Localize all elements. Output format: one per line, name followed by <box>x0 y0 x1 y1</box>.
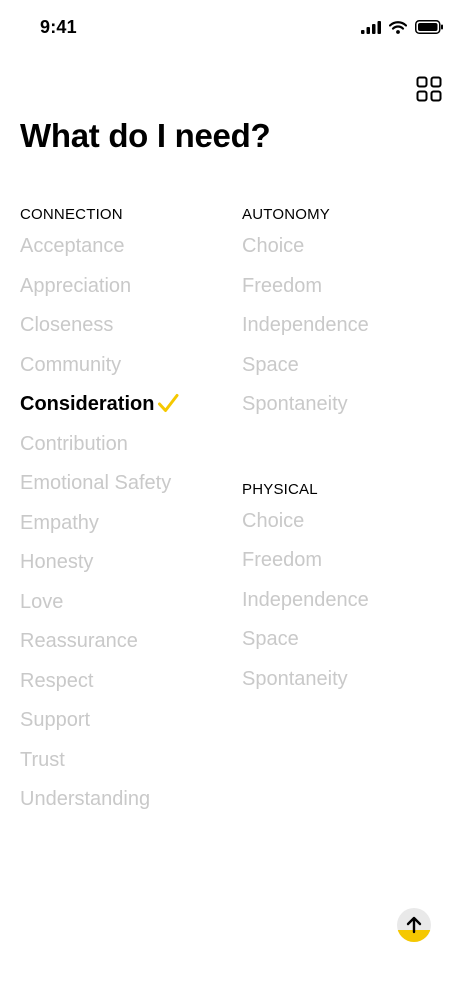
need-item[interactable]: Space <box>242 620 452 660</box>
status-bar: 9:41 <box>0 0 462 56</box>
need-item[interactable]: Appreciation <box>20 267 230 307</box>
checkmark-icon <box>158 394 179 412</box>
need-item[interactable]: Acceptance <box>20 227 230 267</box>
grid-icon <box>416 76 442 102</box>
autonomy-list: Choice Freedom Independence Space Sponta… <box>242 227 452 425</box>
need-item[interactable]: Love <box>20 583 230 623</box>
need-item[interactable]: Independence <box>242 581 452 621</box>
need-item[interactable]: Choice <box>242 227 452 267</box>
wifi-icon <box>389 20 407 34</box>
need-item[interactable]: Emotional Safety <box>20 464 230 504</box>
need-item[interactable]: Respect <box>20 662 230 702</box>
need-item[interactable]: Empathy <box>20 504 230 544</box>
need-item[interactable]: Support <box>20 701 230 741</box>
need-item[interactable]: Independence <box>242 306 452 346</box>
need-item[interactable]: Closeness <box>20 306 230 346</box>
need-item[interactable]: Understanding <box>20 780 230 820</box>
page-title: What do I need? <box>20 117 271 154</box>
connection-list: Acceptance Appreciation Closeness Commun… <box>20 227 230 820</box>
need-item[interactable]: Choice <box>242 502 452 542</box>
need-item[interactable]: Freedom <box>242 541 452 581</box>
status-icons <box>361 20 444 34</box>
need-item[interactable]: Trust <box>20 741 230 781</box>
need-item-selected[interactable]: Consideration <box>20 385 230 425</box>
physical-list: Choice Freedom Independence Space Sponta… <box>242 502 452 700</box>
battery-icon <box>415 20 443 34</box>
scroll-to-top-button[interactable] <box>397 908 431 942</box>
section-header-physical: PHYSICAL <box>242 480 318 498</box>
need-item[interactable]: Contribution <box>20 425 230 465</box>
need-item[interactable]: Spontaneity <box>242 385 452 425</box>
need-item-label: Consideration <box>20 393 155 415</box>
signal-icon <box>361 20 381 34</box>
need-item[interactable]: Freedom <box>242 267 452 307</box>
arrow-up-icon <box>406 916 422 934</box>
need-item[interactable]: Spontaneity <box>242 660 452 700</box>
connection-column: CONNECTION Acceptance Appreciation Close… <box>20 203 230 820</box>
need-item[interactable]: Reassurance <box>20 622 230 662</box>
need-item[interactable]: Space <box>242 346 452 386</box>
grid-view-button[interactable] <box>416 76 442 102</box>
section-header-autonomy: AUTONOMY <box>242 206 330 223</box>
status-time: 9:41 <box>40 17 77 37</box>
need-item[interactable]: Honesty <box>20 543 230 583</box>
right-column: AUTONOMY Choice Freedom Independence Spa… <box>242 203 452 699</box>
need-item[interactable]: Community <box>20 346 230 386</box>
section-header-connection: CONNECTION <box>20 206 123 223</box>
